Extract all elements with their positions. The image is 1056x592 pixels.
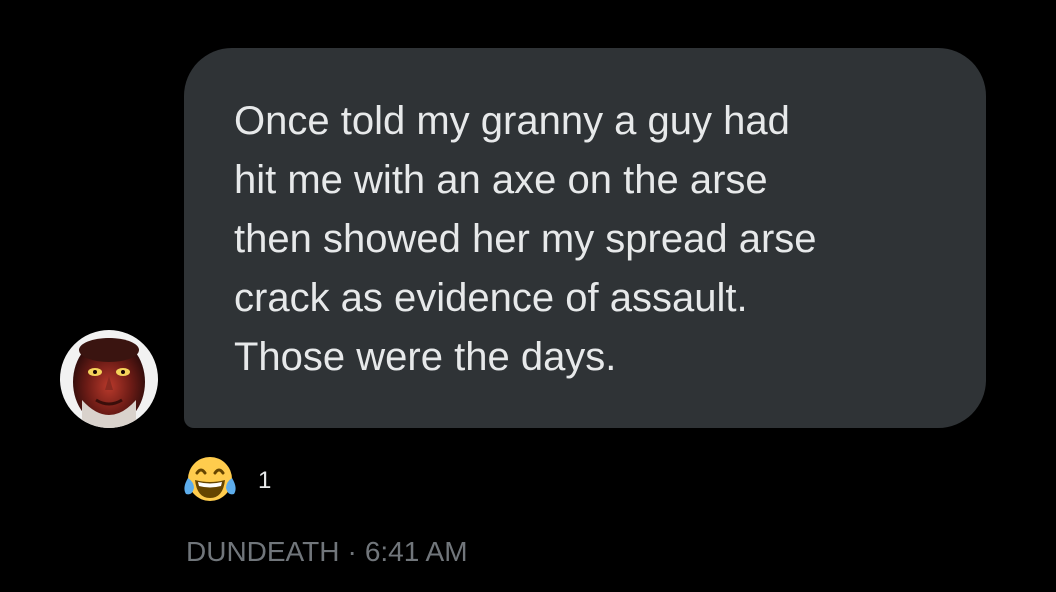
reaction-chip[interactable]: 1 bbox=[180, 454, 271, 504]
message-timestamp: 6:41 AM bbox=[364, 536, 468, 567]
reaction-count: 1 bbox=[258, 467, 272, 494]
sender-name: DUNDEATH bbox=[186, 536, 340, 567]
laughing-tears-emoji-icon bbox=[184, 457, 236, 501]
meta-separator: · bbox=[347, 536, 357, 567]
avatar-image bbox=[60, 330, 158, 428]
message-bubble[interactable]: Once told my granny a guy had hit me wit… bbox=[184, 48, 986, 428]
sender-avatar[interactable] bbox=[60, 330, 158, 428]
message-meta: DUNDEATH · 6:41 AM bbox=[186, 536, 468, 568]
message-text: Once told my granny a guy had hit me wit… bbox=[234, 99, 817, 379]
